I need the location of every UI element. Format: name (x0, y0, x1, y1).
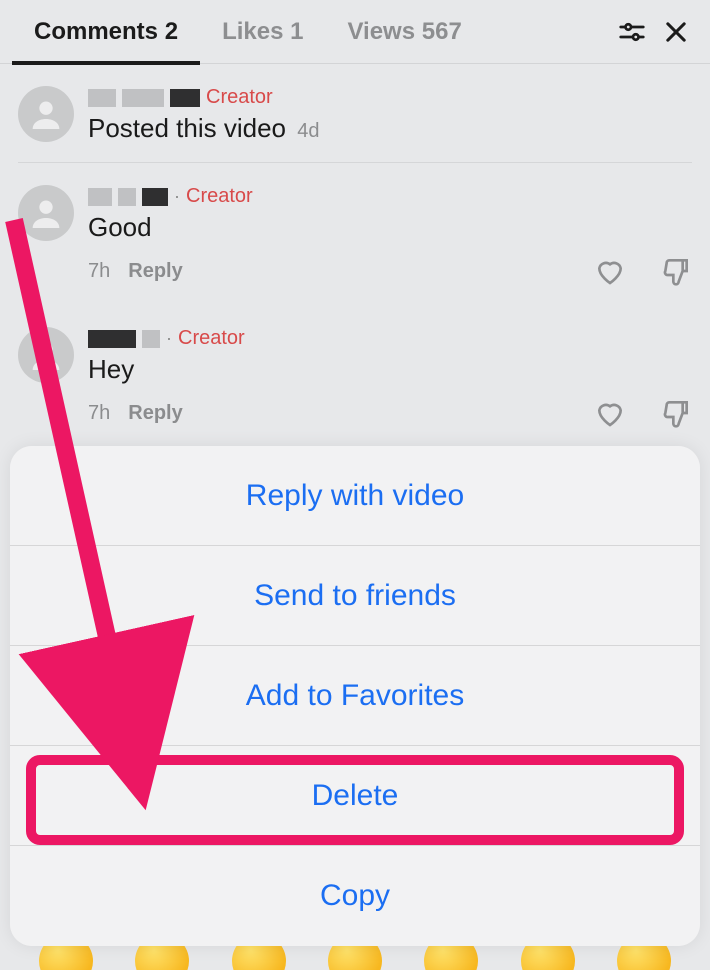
reply-button[interactable]: Reply (128, 402, 182, 425)
username-redacted (88, 188, 112, 206)
reply-button[interactable]: Reply (128, 260, 182, 283)
username-redacted (142, 188, 168, 206)
comments-list: Creator Posted this video 4d · Creator G… (0, 64, 710, 447)
dislike-icon[interactable] (660, 397, 692, 429)
comment-row: · Creator Hey 7h Reply (18, 305, 692, 447)
sheet-add-to-favorites[interactable]: Add to Favorites (10, 646, 700, 746)
username-redacted (88, 89, 116, 107)
sheet-send-to-friends[interactable]: Send to friends (10, 546, 700, 646)
sheet-delete[interactable]: Delete (10, 746, 700, 846)
comment-text: Hey (88, 354, 692, 385)
avatar[interactable] (18, 185, 74, 241)
avatar[interactable] (18, 327, 74, 383)
tab-likes-count: 1 (290, 18, 303, 46)
comment-age: 4d (297, 120, 319, 142)
action-sheet: Reply with video Send to friends Add to … (10, 446, 700, 946)
separator-dot: · (174, 186, 180, 207)
sheet-copy[interactable]: Copy (10, 846, 700, 946)
comment-age: 7h (88, 260, 110, 283)
tab-comments-label: Comments (34, 18, 158, 46)
username-redacted (170, 89, 200, 107)
tab-likes-label: Likes (222, 18, 283, 46)
username-redacted (118, 188, 136, 206)
sheet-reply-with-video[interactable]: Reply with video (10, 446, 700, 546)
tab-likes[interactable]: Likes 1 (200, 0, 325, 64)
close-icon[interactable] (654, 10, 698, 54)
tab-comments[interactable]: Comments 2 (12, 0, 200, 64)
posted-label: Posted this video (88, 113, 286, 143)
username-redacted (142, 330, 160, 348)
creator-badge: Creator (178, 327, 245, 350)
avatar[interactable] (18, 86, 74, 142)
separator-dot: · (166, 328, 172, 349)
filter-icon[interactable] (610, 10, 654, 54)
like-icon[interactable] (594, 397, 626, 429)
creator-badge: Creator (186, 185, 253, 208)
comment-row: · Creator Good 7h Reply (18, 163, 692, 305)
creator-badge: Creator (206, 86, 273, 109)
username-redacted (88, 330, 136, 348)
comment-text: Good (88, 212, 692, 243)
tab-comments-count: 2 (165, 18, 178, 46)
tab-views-label: Views (347, 18, 415, 46)
tab-views-count: 567 (422, 18, 462, 46)
username-redacted (122, 89, 164, 107)
like-icon[interactable] (594, 255, 626, 287)
dislike-icon[interactable] (660, 255, 692, 287)
comment-row: Creator Posted this video 4d (18, 64, 692, 163)
tab-bar: Comments 2 Likes 1 Views 567 (0, 0, 710, 64)
tab-views[interactable]: Views 567 (325, 0, 483, 64)
comment-age: 7h (88, 402, 110, 425)
